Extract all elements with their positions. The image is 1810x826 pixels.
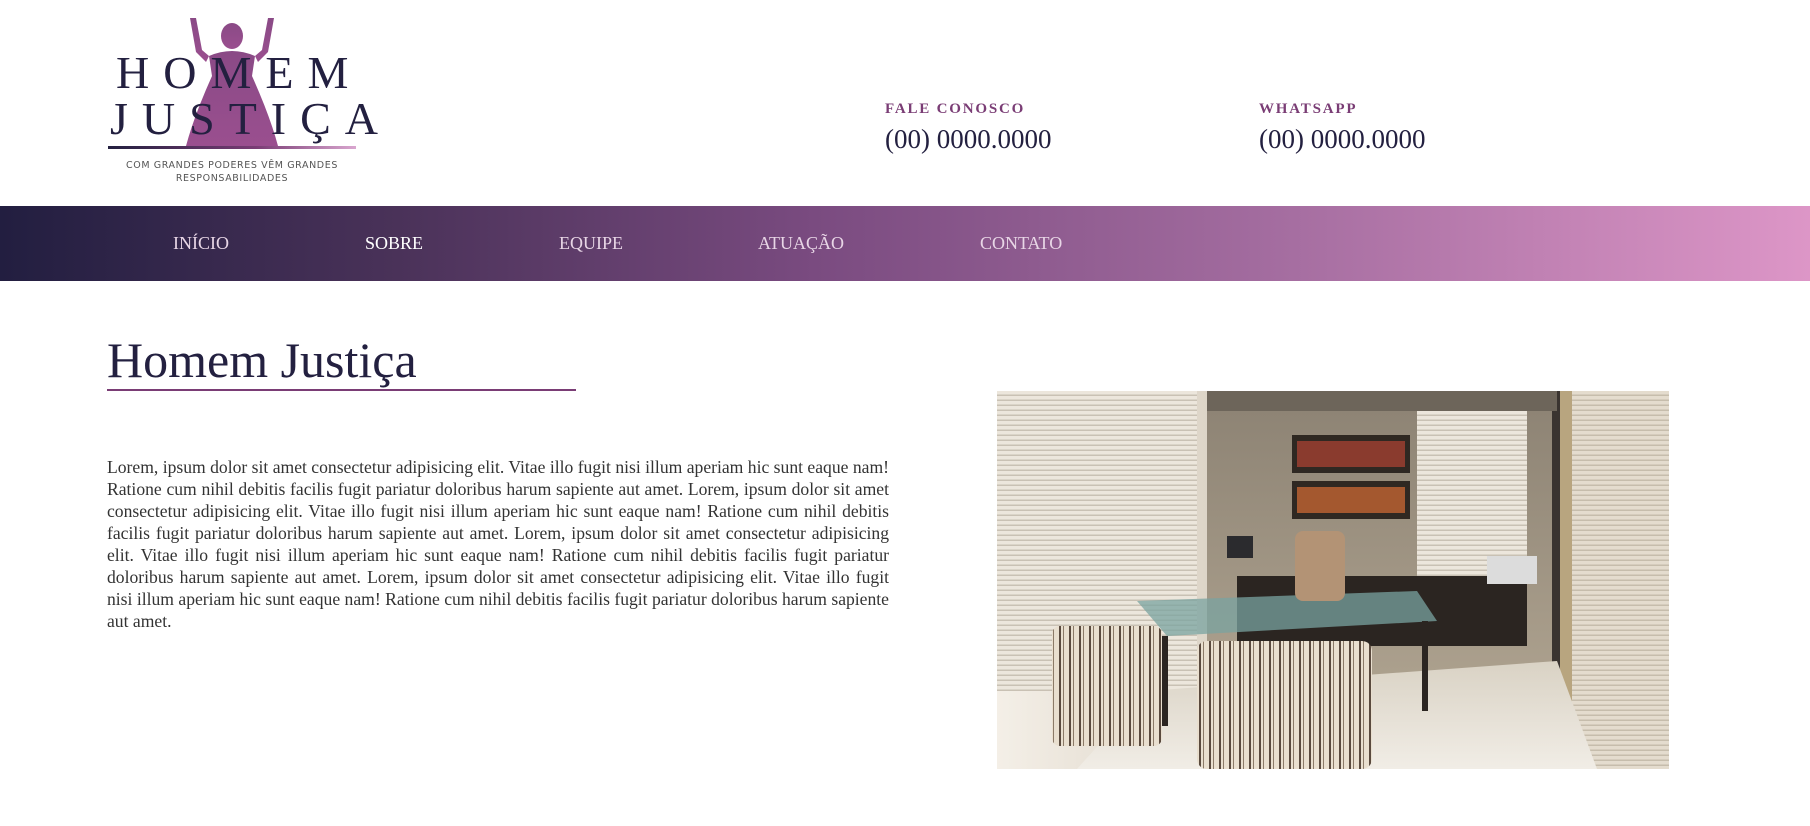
main-nav: INÍCIO SOBRE EQUIPE ATUAÇÃO CONTATO [0, 206, 1810, 281]
logo-word-justica: JUSTIÇA [110, 93, 393, 144]
site-header: HOMEM JUSTIÇA COM GRANDES PODERES VÊM GR… [0, 0, 1810, 206]
nav-item-inicio[interactable]: INÍCIO [173, 206, 229, 281]
nav-item-sobre[interactable]: SOBRE [365, 206, 423, 281]
contact-phone[interactable]: (00) 0000.0000 [1259, 124, 1425, 154]
logo-tagline-line1: COM GRANDES PODERES VÊM GRANDES [126, 160, 338, 171]
contact-fale-conosco: FALE CONOSCO (00) 0000.0000 [885, 100, 1051, 154]
logo-divider [108, 146, 356, 149]
contact-label: WHATSAPP [1259, 101, 1358, 117]
office-illustration [997, 391, 1669, 769]
about-paragraph: Lorem, ipsum dolor sit amet consectetur … [107, 457, 889, 631]
logo-tagline-line2: RESPONSABILIDADES [175, 173, 289, 184]
logo[interactable]: HOMEM JUSTIÇA COM GRANDES PODERES VÊM GR… [106, 16, 378, 186]
contact-phone[interactable]: (00) 0000.0000 [885, 124, 1051, 154]
nav-item-contato[interactable]: CONTATO [980, 206, 1062, 281]
contact-label: FALE CONOSCO [885, 101, 1026, 117]
logo-tagline: COM GRANDES PODERES VÊM GRANDES RESPONSA… [106, 159, 358, 185]
contact-whatsapp: WHATSAPP (00) 0000.0000 [1259, 100, 1425, 154]
nav-item-equipe[interactable]: EQUIPE [559, 206, 623, 281]
page-title: Homem Justiça [107, 332, 417, 388]
logo-word-homem: HOMEM [116, 47, 363, 98]
office-photo [997, 391, 1669, 769]
title-underline [107, 389, 576, 391]
nav-item-atuacao[interactable]: ATUAÇÃO [758, 206, 844, 281]
